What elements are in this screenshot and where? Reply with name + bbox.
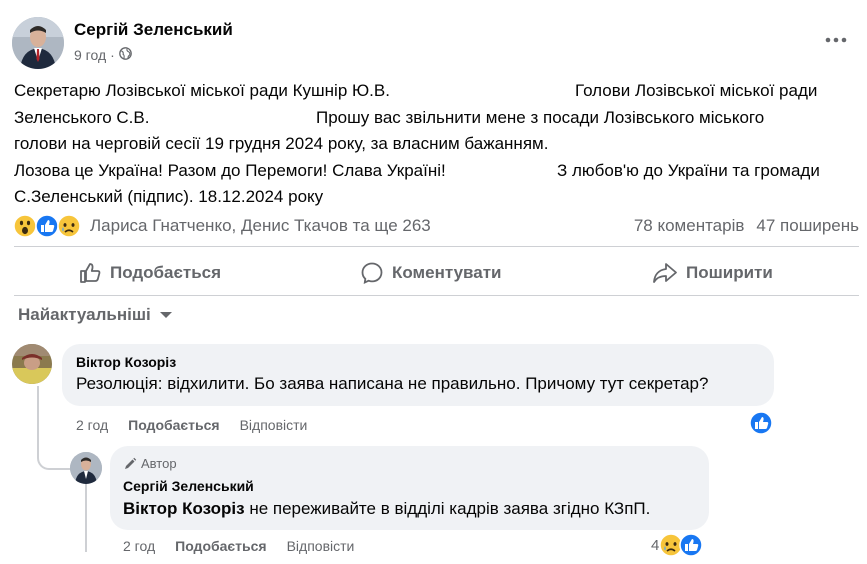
comment-button-label: Коментувати xyxy=(392,263,502,282)
sort-label: Найактуальніші xyxy=(18,305,151,324)
comment-like-button[interactable]: Подобається xyxy=(128,417,219,433)
reaction-names[interactable]: Лариса Гнатченко, Денис Ткачов та ще 263 xyxy=(90,216,431,236)
post-line: Секретарю Лозівської міської ради Кушнір… xyxy=(14,81,818,100)
meta-separator: · xyxy=(110,47,115,63)
reply-text-body: не переживайте в відділі кадрів заява зг… xyxy=(244,499,651,518)
comment-actions: 2 год Подобається Відповісти xyxy=(76,417,307,433)
shares-count[interactable]: 47 поширень xyxy=(756,216,859,235)
reply-reaction-count: 4 xyxy=(651,536,660,554)
author-badge: Автор xyxy=(123,456,177,471)
post-text: Секретарю Лозівської міської ради Кушнір… xyxy=(14,78,859,211)
post-line: С.Зеленський (підпис). 18.12.2024 року xyxy=(14,187,324,206)
globe-icon[interactable] xyxy=(118,47,132,63)
ellipsis-icon xyxy=(825,37,847,43)
caret-down-icon xyxy=(159,312,172,318)
reply-reactions[interactable]: 4 xyxy=(651,533,705,557)
comment-reactions[interactable] xyxy=(749,411,773,440)
share-button-label: Поширити xyxy=(686,263,773,282)
post-line: Лозова це Україна! Разом до Перемоги! Сл… xyxy=(14,160,820,180)
thread-connector xyxy=(37,440,71,470)
reply-time[interactable]: 2 год xyxy=(123,538,155,554)
reply-bubble: Автор Сергій Зеленський Віктор Козоріз н… xyxy=(110,446,709,530)
mention-link[interactable]: Віктор Козоріз xyxy=(123,499,245,518)
reply-actions: 2 год Подобається Відповісти xyxy=(123,538,354,554)
reply-text: Віктор Козоріз не переживайте в відділі … xyxy=(123,499,650,519)
reactions-summary: Лариса Гнатченко, Денис Ткачов та ще 263… xyxy=(13,212,859,240)
comment-author[interactable]: Віктор Козоріз xyxy=(76,354,176,370)
like-button-label: Подобається xyxy=(110,263,222,282)
reaction-icons[interactable] xyxy=(13,214,84,238)
comment-button[interactable]: Коментувати xyxy=(360,258,502,288)
comment-reply-button[interactable]: Відповісти xyxy=(240,417,308,433)
sad-icon xyxy=(659,533,684,557)
sad-icon xyxy=(57,214,81,238)
comment-time[interactable]: 2 год xyxy=(76,417,108,433)
post-author-name[interactable]: Сергій Зеленський xyxy=(74,20,233,40)
reply-author-avatar[interactable] xyxy=(70,452,102,484)
comment-sort-dropdown[interactable]: Найактуальніші xyxy=(18,305,173,325)
divider xyxy=(14,295,859,296)
commenter-avatar[interactable] xyxy=(12,344,52,384)
comment-icon xyxy=(361,262,383,285)
like-button[interactable]: Подобається xyxy=(78,258,221,288)
pen-icon xyxy=(125,457,137,469)
comment-bubble: Віктор Козоріз Резолюція: відхилити. Бо … xyxy=(62,344,774,406)
reply-reply-button[interactable]: Відповісти xyxy=(287,538,355,554)
divider xyxy=(14,246,859,247)
comments-count[interactable]: 78 коментарів xyxy=(634,216,745,235)
reply-author[interactable]: Сергій Зеленський xyxy=(123,478,254,494)
share-button[interactable]: Поширити xyxy=(652,258,773,288)
thread-line xyxy=(85,484,87,552)
like-icon xyxy=(749,411,773,435)
thumbs-up-icon xyxy=(80,263,101,283)
post-time[interactable]: 9 год xyxy=(74,47,106,63)
like-icon xyxy=(679,533,704,557)
post-line: голови на черговій сесії 19 грудня 2024 … xyxy=(14,134,549,153)
post-line: Зеленського С.В. Прошу вас звільнити мене… xyxy=(14,107,765,127)
post-meta: 9 год · xyxy=(74,47,132,63)
author-avatar[interactable] xyxy=(12,17,64,69)
wow-icon xyxy=(13,214,37,238)
share-icon xyxy=(653,263,677,283)
engagement-counts: 78 коментарів 47 поширень xyxy=(622,216,859,236)
more-options-button[interactable] xyxy=(821,28,851,52)
author-badge-label: Автор xyxy=(141,456,177,471)
like-icon xyxy=(35,214,59,238)
comment-text: Резолюція: відхилити. Бо заява написана … xyxy=(76,374,709,393)
reply-like-button[interactable]: Подобається xyxy=(175,538,266,554)
